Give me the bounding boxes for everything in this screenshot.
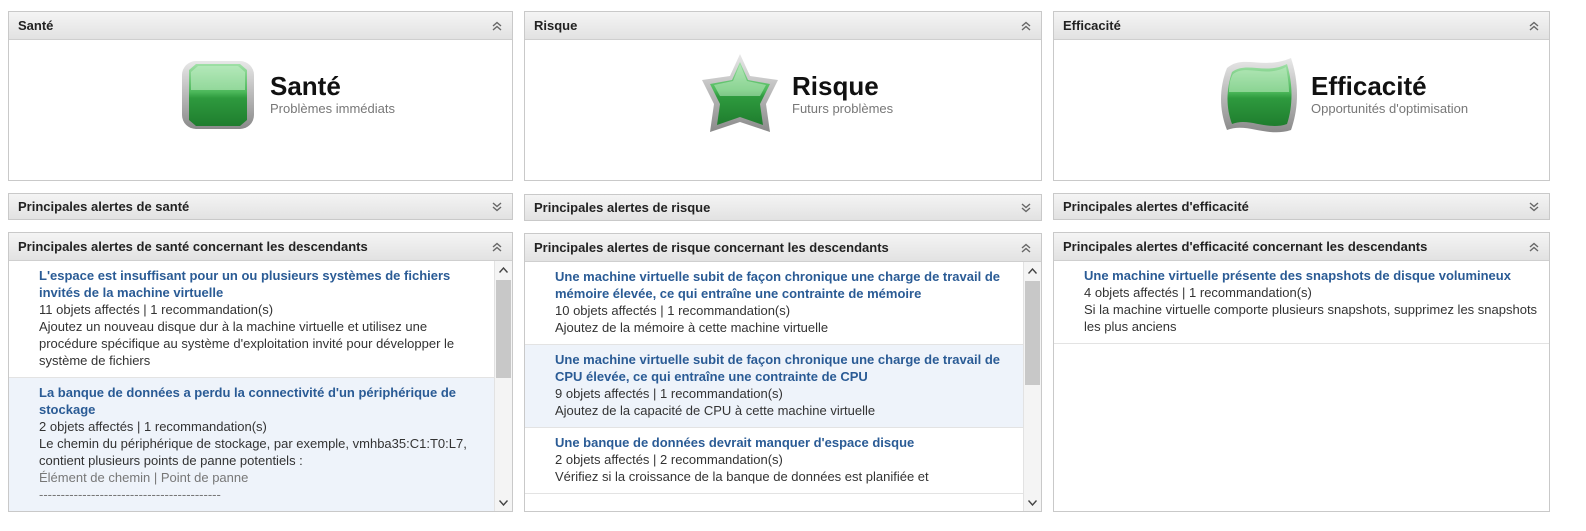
alert-meta: 2 objets affectés | 2 recommandation(s) bbox=[555, 452, 783, 467]
health-alerts-panel: Principales alertes de santé bbox=[8, 193, 513, 220]
list-item[interactable]: Une machine virtuelle subit de façon chr… bbox=[525, 345, 1024, 428]
efficiency-descendants-panel: Principales alertes d'efficacité concern… bbox=[1053, 232, 1550, 512]
double-chevron-up-icon[interactable] bbox=[1527, 240, 1541, 254]
badge-subtitle: Futurs problèmes bbox=[792, 101, 894, 116]
alert-list: Une machine virtuelle subit de façon chr… bbox=[525, 262, 1024, 511]
double-chevron-up-icon[interactable] bbox=[1019, 241, 1033, 255]
alert-title-link[interactable]: Une machine virtuelle présente des snaps… bbox=[1084, 267, 1539, 284]
panel-title: Efficacité bbox=[1063, 18, 1121, 33]
alert-meta: 9 objets affectés | 1 recommandation(s) bbox=[555, 386, 783, 401]
alert-recommendation-separator: ----------------------------------------… bbox=[39, 487, 221, 502]
health-badge-panel-header: Santé bbox=[9, 12, 512, 40]
risk-badge-icon bbox=[702, 54, 778, 132]
double-chevron-up-icon[interactable] bbox=[490, 240, 504, 254]
risk-descendants-panel: Principales alertes de risque concernant… bbox=[524, 233, 1042, 512]
efficiency-badge-panel: Efficacité Efficacité Opportunités d'opt… bbox=[1053, 11, 1550, 181]
panel-title: Principales alertes d'efficacité bbox=[1063, 199, 1249, 214]
alert-title-link[interactable]: Une machine virtuelle subit de façon chr… bbox=[555, 268, 1014, 302]
alert-recommendation: Ajoutez de la mémoire à cette machine vi… bbox=[555, 320, 829, 335]
alert-recommendation-detail: Élément de chemin | Point de panne bbox=[39, 470, 249, 485]
alert-meta: 11 objets affectés | 1 recommandation(s) bbox=[39, 302, 274, 317]
list-item[interactable]: Une machine virtuelle présente des snaps… bbox=[1054, 261, 1549, 344]
list-item[interactable]: Une machine virtuelle subit de façon chr… bbox=[525, 262, 1024, 345]
risk-alerts-header[interactable]: Principales alertes de risque bbox=[525, 195, 1041, 220]
vertical-scrollbar[interactable] bbox=[1023, 262, 1041, 511]
efficiency-badge-panel-header: Efficacité bbox=[1054, 12, 1549, 40]
health-descendants-panel: Principales alertes de santé concernant … bbox=[8, 232, 513, 512]
alert-recommendation: Ajoutez un nouveau disque dur à la machi… bbox=[39, 319, 455, 368]
double-chevron-down-icon[interactable] bbox=[490, 200, 504, 214]
scroll-up-icon[interactable] bbox=[495, 261, 512, 278]
double-chevron-up-icon[interactable] bbox=[1527, 19, 1541, 33]
scrollbar-thumb[interactable] bbox=[496, 280, 511, 378]
health-badge-panel: Santé Santé Problèmes immédiats bbox=[8, 11, 513, 181]
badge-title: Risque bbox=[792, 71, 879, 101]
scroll-down-icon[interactable] bbox=[1024, 494, 1041, 511]
badge-title: Efficacité bbox=[1311, 71, 1427, 101]
panel-title: Principales alertes de santé bbox=[18, 199, 190, 214]
double-chevron-down-icon[interactable] bbox=[1527, 200, 1541, 214]
health-descendants-header: Principales alertes de santé concernant … bbox=[9, 233, 512, 261]
health-badge-icon bbox=[182, 61, 254, 129]
efficiency-descendants-header: Principales alertes d'efficacité concern… bbox=[1054, 233, 1549, 261]
risk-alerts-panel: Principales alertes de risque bbox=[524, 194, 1042, 221]
risk-descendants-header: Principales alertes de risque concernant… bbox=[525, 234, 1041, 262]
double-chevron-up-icon[interactable] bbox=[490, 19, 504, 33]
alert-title-link[interactable]: Une banque de données devrait manquer d'… bbox=[555, 434, 1014, 451]
alert-recommendation: Vérifiez si la croissance de la banque d… bbox=[555, 469, 929, 484]
alert-recommendation: Ajoutez de la capacité de CPU à cette ma… bbox=[555, 403, 876, 418]
efficiency-alerts-panel: Principales alertes d'efficacité bbox=[1053, 193, 1550, 220]
list-item[interactable]: Une banque de données devrait manquer d'… bbox=[525, 428, 1024, 494]
risk-badge-panel-header: Risque bbox=[525, 12, 1041, 40]
alert-title-link[interactable]: La banque de données a perdu la connecti… bbox=[39, 384, 485, 418]
list-item[interactable]: L'espace est insuffisant pour un ou plus… bbox=[9, 261, 495, 378]
panel-title: Santé bbox=[18, 18, 54, 33]
alert-meta: 2 objets affectés | 1 recommandation(s) bbox=[39, 419, 267, 434]
alert-recommendation: Si la machine virtuelle comporte plusieu… bbox=[1084, 302, 1538, 334]
alert-title-link[interactable]: L'espace est insuffisant pour un ou plus… bbox=[39, 267, 485, 301]
efficiency-alerts-header[interactable]: Principales alertes d'efficacité bbox=[1054, 194, 1549, 219]
scroll-down-icon[interactable] bbox=[495, 494, 512, 511]
risk-badge-panel: Risque Risque Futurs problèmes bbox=[524, 11, 1042, 181]
double-chevron-up-icon[interactable] bbox=[1019, 19, 1033, 33]
panel-title: Principales alertes de risque bbox=[534, 200, 711, 215]
panel-title: Principales alertes d'efficacité concern… bbox=[1063, 239, 1428, 254]
double-chevron-down-icon[interactable] bbox=[1019, 201, 1033, 215]
vertical-scrollbar[interactable] bbox=[494, 261, 512, 511]
efficiency-badge-icon bbox=[1221, 58, 1297, 133]
scroll-up-icon[interactable] bbox=[1024, 262, 1041, 279]
scrollbar-thumb[interactable] bbox=[1025, 281, 1040, 385]
list-item[interactable]: La banque de données a perdu la connecti… bbox=[9, 378, 495, 511]
panel-title: Principales alertes de risque concernant… bbox=[534, 240, 889, 255]
alert-list: L'espace est insuffisant pour un ou plus… bbox=[9, 261, 495, 511]
alert-list: Une machine virtuelle présente des snaps… bbox=[1054, 261, 1549, 511]
alert-meta: 10 objets affectés | 1 recommandation(s) bbox=[555, 303, 791, 318]
badge-title: Santé bbox=[270, 71, 341, 101]
panel-title: Risque bbox=[534, 18, 578, 33]
badge-subtitle: Problèmes immédiats bbox=[270, 101, 395, 116]
health-alerts-header[interactable]: Principales alertes de santé bbox=[9, 194, 512, 219]
alert-title-link[interactable]: Une machine virtuelle subit de façon chr… bbox=[555, 351, 1014, 385]
badge-subtitle: Opportunités d'optimisation bbox=[1311, 101, 1469, 116]
panel-title: Principales alertes de santé concernant … bbox=[18, 239, 368, 254]
alert-meta: 4 objets affectés | 1 recommandation(s) bbox=[1084, 285, 1312, 300]
alert-recommendation: Le chemin du périphérique de stockage, p… bbox=[39, 436, 467, 468]
